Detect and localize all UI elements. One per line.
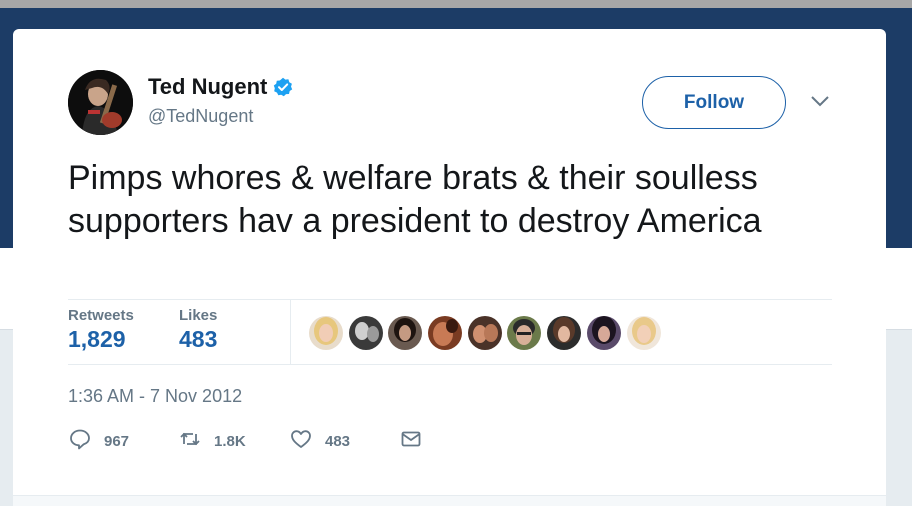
- liker-avatar[interactable]: [586, 316, 621, 350]
- tweet-card: Ted Nugent @TedNugent Follow Pimps whore…: [13, 29, 886, 506]
- envelope-icon: [399, 427, 423, 456]
- liker-avatars: [309, 316, 666, 350]
- tweet-card-footer: [13, 495, 886, 506]
- tweet-timestamp[interactable]: 1:36 AM - 7 Nov 2012: [68, 386, 242, 407]
- author-avatar[interactable]: [68, 70, 133, 135]
- likes-stat[interactable]: Likes 483: [179, 307, 217, 353]
- tweet-text: Pimps whores & welfare brats & their sou…: [68, 159, 762, 240]
- retweets-label: Retweets: [68, 307, 134, 324]
- reply-count: 967: [104, 433, 130, 450]
- author-handle[interactable]: @TedNugent: [148, 106, 253, 127]
- liker-avatar[interactable]: [388, 316, 423, 350]
- liker-avatar[interactable]: [428, 316, 463, 350]
- liker-avatar[interactable]: [507, 316, 542, 350]
- liker-avatar[interactable]: [348, 316, 383, 350]
- reply-button[interactable]: 967: [68, 427, 129, 456]
- like-count: 483: [325, 433, 351, 450]
- likes-label: Likes: [179, 307, 218, 324]
- liker-avatar[interactable]: [626, 316, 661, 350]
- heart-icon: [289, 427, 313, 456]
- liker-avatar[interactable]: [309, 316, 343, 350]
- retweets-count: 1,829: [68, 326, 126, 352]
- stats-bottom-divider: [68, 364, 832, 365]
- verified-badge-icon: [273, 77, 293, 97]
- follow-button[interactable]: Follow: [642, 76, 786, 129]
- liker-avatar[interactable]: [467, 316, 502, 350]
- retweet-count: 1.8K: [214, 433, 246, 450]
- author-name[interactable]: Ted Nugent: [148, 74, 293, 100]
- direct-message-button[interactable]: [399, 427, 423, 456]
- like-button[interactable]: 483: [289, 427, 350, 456]
- liker-avatar[interactable]: [547, 316, 582, 350]
- stats-top-divider: [68, 299, 832, 300]
- likes-count: 483: [179, 326, 218, 352]
- author-name-text[interactable]: Ted Nugent: [148, 74, 267, 100]
- reply-icon: [68, 427, 92, 456]
- retweet-icon: [178, 427, 202, 456]
- retweets-stat[interactable]: Retweets 1,829: [68, 307, 134, 353]
- browser-top-strip: [0, 0, 912, 8]
- chevron-down-icon[interactable]: [810, 94, 830, 108]
- stats-vertical-divider: [290, 300, 291, 364]
- retweet-button[interactable]: 1.8K: [178, 427, 246, 456]
